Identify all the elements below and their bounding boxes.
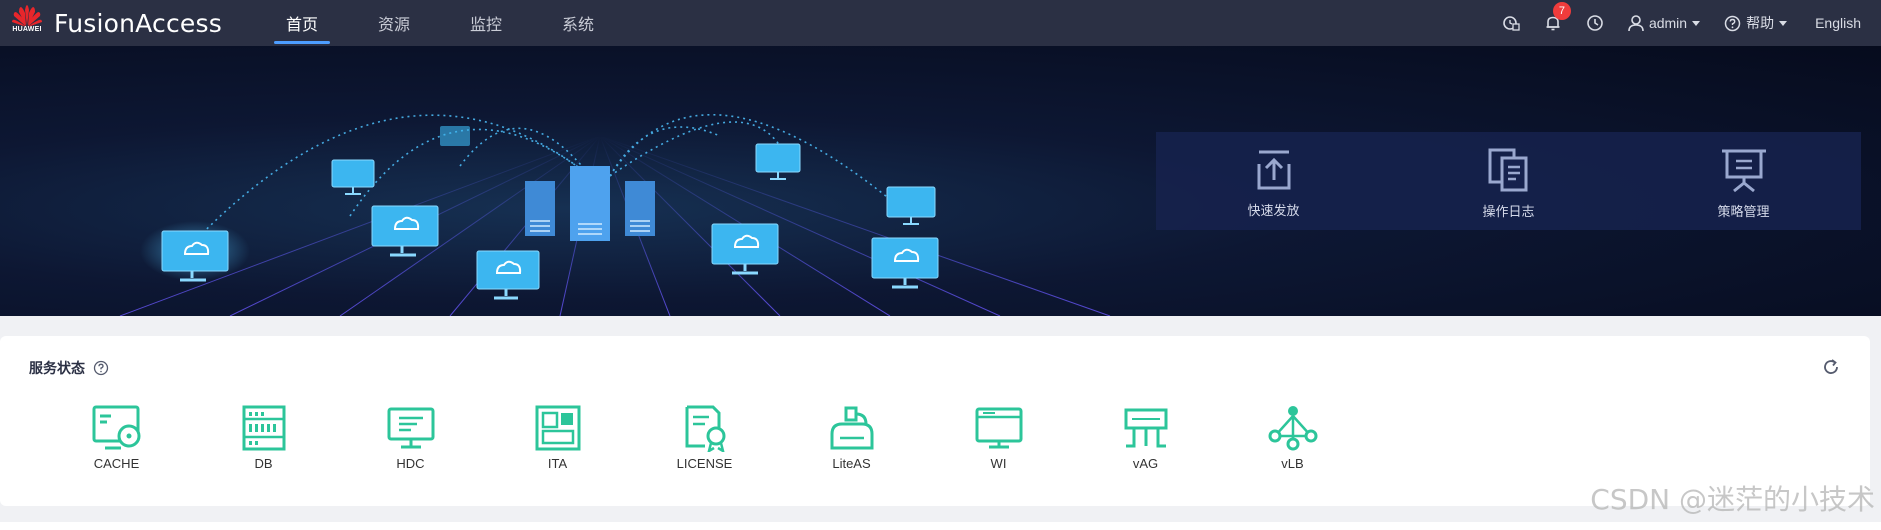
quick-provision-label: 快速发放 [1247, 202, 1300, 218]
vag-gateway-icon [1124, 408, 1167, 448]
service-item-wi[interactable]: WI [925, 404, 1072, 471]
service-label-ita: ITA [547, 456, 568, 471]
policy-board-icon [1721, 149, 1766, 192]
service-item-cache[interactable]: CACHE [43, 404, 190, 471]
hdc-monitor-icon [387, 407, 434, 449]
next-card-edge [0, 522, 1881, 530]
help-label: 帮助 [1746, 15, 1775, 31]
hero-banner: 快速发放 操作日志 策略管理 [0, 46, 1881, 316]
liteas-user-icon [830, 406, 873, 450]
user-icon [1628, 15, 1644, 32]
policy-management-button[interactable]: 策略管理 [1626, 132, 1861, 230]
cloud-desktop-illustration [80, 114, 1120, 316]
service-item-license[interactable]: LICENSE [631, 404, 778, 471]
quick-actions-panel: 快速发放 操作日志 策略管理 [1156, 132, 1861, 230]
notification-count-badge: 7 [1552, 2, 1571, 20]
service-label-vlb: vLB [1281, 456, 1304, 471]
chevron-down-icon [1779, 20, 1788, 26]
service-status-header: 服务状态 [29, 358, 109, 378]
wi-window-icon [975, 407, 1022, 449]
service-label-vag: vAG [1132, 456, 1159, 471]
database-icon [242, 405, 285, 451]
service-label-liteas: LiteAS [832, 456, 871, 471]
product-name: FusionAccess [54, 8, 222, 38]
service-label-license: LICENSE [676, 456, 733, 471]
service-list: CACHE DB HDC ITA LICENSE LiteAS WI vAG v… [43, 404, 1366, 471]
language-switch[interactable]: English [1815, 15, 1861, 31]
watermark-text: CSDN @迷茫的小技术 [1590, 483, 1875, 516]
chevron-down-icon [1692, 20, 1701, 26]
huawei-logo: HUAWEI [8, 4, 46, 42]
nav-tab-home[interactable]: 首页 [270, 0, 362, 46]
service-label-db: DB [254, 456, 273, 471]
notifications-button[interactable]: 7 [1544, 2, 1571, 32]
help-icon [1724, 15, 1741, 31]
history-button[interactable] [1586, 14, 1604, 32]
huawei-petals-icon [12, 5, 42, 27]
refresh-button[interactable] [1822, 358, 1840, 381]
service-item-vag[interactable]: vAG [1072, 404, 1219, 471]
help-icon[interactable] [93, 360, 109, 376]
cache-icon [92, 405, 140, 450]
service-label-hdc: HDC [396, 456, 425, 471]
refresh-icon [1824, 359, 1838, 374]
clock-icon [1587, 15, 1603, 31]
service-label-wi: WI [990, 456, 1007, 471]
service-item-hdc[interactable]: HDC [337, 404, 484, 471]
header-tools: 7 admin 帮助 English [1478, 0, 1881, 46]
license-certificate-icon [685, 405, 725, 452]
log-icon [1488, 148, 1527, 191]
service-item-vlb[interactable]: vLB [1219, 404, 1366, 471]
service-item-db[interactable]: DB [190, 404, 337, 471]
ita-grid-icon [535, 405, 580, 451]
help-menu[interactable]: 帮助 [1724, 13, 1788, 33]
huawei-wordmark: HUAWEI [12, 26, 42, 33]
nav-tab-system[interactable]: 系统 [546, 0, 638, 46]
nav-tab-resources[interactable]: 资源 [362, 0, 454, 46]
user-menu[interactable]: admin [1628, 14, 1701, 32]
service-item-ita[interactable]: ITA [484, 404, 631, 471]
brand[interactable]: HUAWEI FusionAccess [0, 4, 270, 42]
nav-tab-monitoring[interactable]: 监控 [454, 0, 546, 46]
service-status-title: 服务状态 [29, 360, 85, 376]
task-monitor-button[interactable] [1502, 14, 1520, 32]
service-item-liteas[interactable]: LiteAS [778, 404, 925, 471]
vlb-network-icon [1268, 406, 1317, 451]
top-nav-bar: HUAWEI FusionAccess 首页 资源 监控 系统 7 admin … [0, 0, 1881, 46]
upload-icon [1257, 150, 1290, 189]
service-label-cache: CACHE [93, 456, 140, 471]
task-monitor-icon [1503, 16, 1520, 31]
operation-log-label: 操作日志 [1482, 203, 1535, 219]
operation-log-button[interactable]: 操作日志 [1391, 132, 1626, 230]
policy-management-label: 策略管理 [1717, 203, 1770, 219]
quick-provision-button[interactable]: 快速发放 [1156, 132, 1391, 230]
user-name: admin [1648, 15, 1688, 31]
main-nav: 首页 资源 监控 系统 [270, 0, 638, 46]
